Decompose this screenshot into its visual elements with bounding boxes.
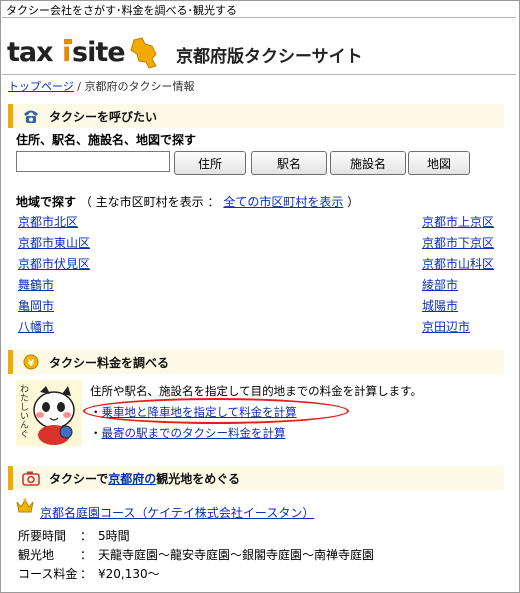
area-link-kamigyo[interactable]: 京都市上京区 <box>422 213 494 230</box>
area-link-higashiyama[interactable]: 京都市東山区 <box>18 234 90 251</box>
address-button[interactable]: 住所 <box>174 151 246 175</box>
location-search-input[interactable] <box>16 151 170 172</box>
mascot-caption: わたしいんぐ <box>18 384 28 438</box>
area-link-kyotanabe[interactable]: 京田辺市 <box>422 318 470 335</box>
tour-row-value: 天龍寺庭園～龍安寺庭園～銀閣寺庭園～南禅寺庭園 <box>98 548 375 562</box>
station-button[interactable]: 駅名 <box>251 151 327 175</box>
search-label: 住所、駅名、施設名、地図で探す <box>16 133 197 147</box>
sightseeing-section-header: タクシーで京都府の観光地をめぐる <box>8 466 504 490</box>
site-title: 京都府版タクシーサイト <box>176 47 363 67</box>
region-note-close: ） <box>347 195 360 209</box>
tour-duration-row: 所要時間 ： 5時間 <box>18 527 130 544</box>
area-link-shimogyo[interactable]: 京都市下京区 <box>422 234 494 251</box>
colon: ： <box>80 548 93 562</box>
tour-spots-row: 観光地 ： 天龍寺庭園～龍安寺庭園～銀閣寺庭園～南禅寺庭園 <box>18 546 374 563</box>
colon: ： <box>80 529 93 543</box>
svg-text:¥: ¥ <box>28 359 35 369</box>
sightseeing-title-prefix: タクシーで <box>49 471 109 486</box>
logo-divider <box>2 74 516 75</box>
all-municipalities-link[interactable]: 全ての市区町村を表示 <box>223 195 343 209</box>
coin-icon: ¥ <box>22 354 40 370</box>
camera-icon <box>22 470 40 486</box>
area-link-maizuru[interactable]: 舞鶴市 <box>18 276 54 293</box>
region-note-open: （ 主な市区町村を表示 ： <box>79 195 220 209</box>
site-tagline: タクシー会社をさがす･料金を調べる･観光する <box>6 4 237 17</box>
area-link-yawata[interactable]: 八幡市 <box>18 318 54 335</box>
area-link-joyo[interactable]: 城陽市 <box>422 297 458 314</box>
breadcrumb-separator: / <box>77 80 81 93</box>
breadcrumb-current: 京都府のタクシー情報 <box>84 80 195 93</box>
sightseeing-section-title: タクシーで京都府の観光地をめぐる <box>49 470 240 487</box>
kyoto-garden-course-link[interactable]: 京都名庭園コース（ケイテイ株式会社イースタン） <box>40 504 314 521</box>
facility-button[interactable]: 施設名 <box>330 151 406 175</box>
bullet-2: ・ <box>90 426 102 440</box>
colon: ： <box>80 567 93 581</box>
breadcrumb-home-link[interactable]: トップページ <box>8 80 74 93</box>
breadcrumb: トップページ / 京都府のタクシー情報 <box>8 78 195 94</box>
area-link-kameoka[interactable]: 亀岡市 <box>18 297 54 314</box>
area-link-ayabe[interactable]: 綾部市 <box>422 276 458 293</box>
area-link-fushimi[interactable]: 京都市伏見区 <box>18 255 90 272</box>
phone-icon <box>22 108 40 124</box>
crown-icon <box>16 498 34 517</box>
fare-section-header: ¥ タクシー料金を調べる <box>8 350 504 374</box>
svg-text:site: site <box>72 37 125 68</box>
fare-description: 住所や駅名、施設名を指定して目的地までの料金を計算します。 <box>90 384 423 398</box>
tour-row-value: ¥20,130～ <box>98 567 160 581</box>
area-link-kita[interactable]: 京都市北区 <box>18 213 78 230</box>
tour-row-key: 観光地 <box>18 548 55 562</box>
call-section-header: タクシーを呼びたい <box>8 104 504 128</box>
kyoto-sightseeing-link[interactable]: 京都府の <box>108 472 156 486</box>
call-section-title: タクシーを呼びたい <box>49 109 158 124</box>
header-divider <box>2 17 516 18</box>
fare-link-row-2: ・最寄の駅までのタクシー料金を計算 <box>90 425 286 441</box>
tour-row-key: コース料金 <box>18 567 78 581</box>
fare-section-title: タクシー料金を調べる <box>49 355 170 370</box>
sightseeing-title-suffix: 観光地をめぐる <box>156 471 241 486</box>
region-search-row: 地域で探す （ 主な市区町村を表示 ： 全ての市区町村を表示 ） <box>16 193 359 210</box>
area-link-yamashina[interactable]: 京都市山科区 <box>422 255 494 272</box>
svg-text:tax: tax <box>7 37 53 68</box>
region-label: 地域で探す <box>16 195 77 209</box>
map-button[interactable]: 地図 <box>408 151 470 175</box>
highlight-oval <box>83 398 349 424</box>
tour-row-key: 所要時間 <box>18 529 67 543</box>
mascot-image: わたしいんぐ <box>16 380 82 446</box>
site-logo[interactable]: tax i site <box>6 34 162 72</box>
tour-price-row: コース料金： ¥20,130～ <box>18 565 160 582</box>
calc-fare-to-station-link[interactable]: 最寄の駅までのタクシー料金を計算 <box>102 426 286 440</box>
tour-row-value: 5時間 <box>98 529 130 543</box>
